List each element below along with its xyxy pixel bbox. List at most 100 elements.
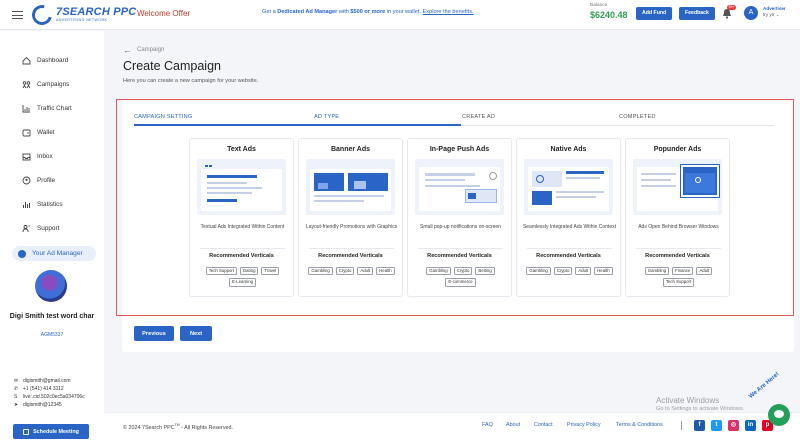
sidebar-item-label: Profile — [37, 176, 56, 184]
page-title: Create Campaign — [123, 59, 221, 73]
vertical-tag: Crypto — [335, 267, 355, 276]
vertical-tag: Gambling — [426, 267, 451, 276]
vertical-tag: Dating — [240, 267, 259, 276]
back-arrow-icon[interactable]: ← — [123, 45, 132, 55]
logo-subtext: ADVERTISING NETWORK — [56, 18, 108, 23]
footer-link-faq[interactable]: FAQ — [482, 422, 493, 428]
linkedin-icon[interactable]: in — [745, 420, 756, 431]
instagram-icon[interactable]: ◎ — [728, 420, 739, 431]
vertical-tag: Finance — [672, 267, 694, 276]
ad-type-card-banner-ads[interactable]: Banner Ads Layout-friendly Promotions wit… — [298, 138, 403, 297]
sidebar-item-label: Wallet — [37, 128, 55, 136]
recommended-verticals-label: Recommended Verticals — [645, 253, 710, 259]
sidebar-item-inbox[interactable]: Inbox — [22, 151, 53, 161]
card-title: Popunder Ads — [653, 146, 702, 153]
vertical-tag: E-Learning — [228, 278, 257, 287]
step-ad-type[interactable]: AD TYPE — [314, 114, 339, 120]
footer-link-terms-conditions[interactable]: Terms & Conditions — [616, 422, 663, 428]
footer-link-privacy-policy[interactable]: Privacy Policy — [567, 422, 601, 428]
vertical-tag: Gambling — [308, 267, 333, 276]
card-illustration — [524, 159, 613, 215]
next-button[interactable]: Next — [180, 326, 212, 341]
ad-type-card-in-page-push-ads[interactable]: In-Page Push Ads Small pop-up notificatio… — [407, 138, 512, 297]
user-avatar[interactable]: A — [744, 6, 758, 20]
vertical-tag: Tech Support — [205, 267, 238, 276]
sidebar-item-traffic-chart[interactable]: Traffic Chart — [22, 103, 72, 113]
user-menu[interactable]: Advertiser try ytr ⌄ — [763, 6, 786, 17]
schedule-meeting-button[interactable]: Schedule Meeting — [13, 424, 89, 439]
chat-label: We Are Here! — [748, 371, 781, 400]
sidebar-item-statistics[interactable]: Statistics — [22, 199, 63, 209]
card-divider — [309, 248, 394, 249]
chat-widget-icon[interactable] — [768, 404, 790, 426]
ad-type-card-popunder-ads[interactable]: Popunder Ads Ads Open Behind Browser Wind… — [625, 138, 730, 297]
sidebar-item-label: Dashboard — [37, 56, 69, 64]
previous-button[interactable]: Previous — [134, 326, 174, 341]
copyright: © 2024 7Search PPCTM - All Rights Reserv… — [123, 423, 234, 431]
ad-manager-icon — [18, 249, 26, 258]
footer-link-about[interactable]: About — [506, 422, 520, 428]
vertical-tag: Adult — [696, 267, 713, 276]
menu-icon[interactable] — [12, 11, 23, 19]
feedback-button[interactable]: Feedback — [679, 7, 715, 20]
ad-type-card-native-ads[interactable]: Native Ads Seamlessly Integrated Ads With… — [516, 138, 621, 297]
home-icon — [22, 56, 31, 65]
profile-icon — [22, 176, 31, 185]
add-fund-button[interactable]: Add Fund — [636, 7, 673, 20]
card-description: Textual Ads Integrated Within Content — [200, 224, 285, 230]
card-description: Layout-friendly Promotions with Graphics — [305, 224, 398, 230]
step-completed[interactable]: COMPLETED — [619, 114, 656, 120]
vertical-tags: Gambling Crypto Betting E-commerce — [412, 267, 509, 287]
calendar-icon — [23, 428, 30, 435]
wallet-icon — [22, 128, 31, 137]
card-illustration — [197, 159, 286, 215]
sidebar-item-label: Statistics — [37, 200, 63, 208]
statistics-icon — [22, 200, 31, 209]
support-icon — [22, 224, 31, 233]
manager-telegram[interactable]: ➤ digismith@12345 — [14, 402, 62, 408]
footer-divider — [681, 421, 682, 430]
manager-phone[interactable]: ✆ +1 (541) 414 3112 — [14, 386, 64, 392]
sidebar-item-dashboard[interactable]: Dashboard — [22, 55, 68, 65]
ad-type-card-text-ads[interactable]: Text Ads Textual Ads Integrated Within Co… — [189, 138, 294, 297]
sidebar-item-campaigns[interactable]: Campaigns — [22, 79, 69, 89]
card-description: Seamlessly Integrated Ads Within Context — [522, 224, 617, 230]
email-icon: ✉ — [14, 378, 19, 384]
windows-activation-watermark: Activate Windows Go to Settings to activ… — [656, 396, 745, 412]
breadcrumb[interactable]: ← Campaign — [123, 45, 164, 55]
sidebar-item-support[interactable]: Support — [22, 223, 59, 233]
phone-icon: ✆ — [14, 386, 19, 392]
sidebar-item-wallet[interactable]: Wallet — [22, 127, 55, 137]
campaigns-icon — [22, 80, 31, 89]
twitter-icon[interactable]: t — [711, 420, 722, 431]
skype-icon: S — [14, 394, 18, 400]
vertical-tag: Health — [376, 267, 395, 276]
breadcrumb-campaign[interactable]: Campaign — [137, 47, 164, 53]
step-campaign-setting[interactable]: CAMPAIGN SETTING — [134, 114, 192, 120]
sidebar-item-label: Inbox — [37, 152, 53, 160]
explore-benefits-link[interactable]: Explore the benefits. — [423, 9, 474, 15]
recommended-verticals-label: Recommended Verticals — [536, 253, 601, 259]
card-divider — [527, 248, 612, 249]
sidebar-item-label: Traffic Chart — [37, 104, 72, 112]
sidebar-item-profile[interactable]: Profile — [22, 175, 55, 185]
ad-manager-label: Your Ad Manager — [32, 250, 83, 257]
stepper-progress — [134, 124, 461, 126]
card-illustration — [415, 159, 504, 215]
facebook-icon[interactable]: f — [694, 420, 705, 431]
manager-id: AGM5337 — [40, 332, 64, 338]
vertical-tag: Tech Support — [662, 278, 695, 287]
step-create-ad[interactable]: CREATE AD — [462, 114, 495, 120]
card-description: Small pop-up notifications on-screen — [420, 224, 501, 230]
manager-skype[interactable]: Slive:.cid.502c0ec5a034706c — [14, 394, 85, 400]
footer-link-contact[interactable]: Contact — [534, 422, 553, 428]
manager-email[interactable]: ✉ digismith@gmail.com — [14, 378, 71, 384]
card-illustration — [306, 159, 395, 215]
logo[interactable]: 7SEARCH PPC ADVERTISING NETWORK — [28, 1, 136, 29]
vertical-tag: E-commerce — [445, 278, 476, 287]
card-divider — [200, 248, 285, 249]
vertical-tags: Gambling Finance Adult Tech Support — [630, 267, 727, 287]
welcome-offer-link[interactable]: Welcome Offer — [137, 9, 190, 18]
telegram-icon: ➤ — [14, 402, 19, 408]
your-ad-manager-button[interactable]: Your Ad Manager — [12, 246, 96, 261]
